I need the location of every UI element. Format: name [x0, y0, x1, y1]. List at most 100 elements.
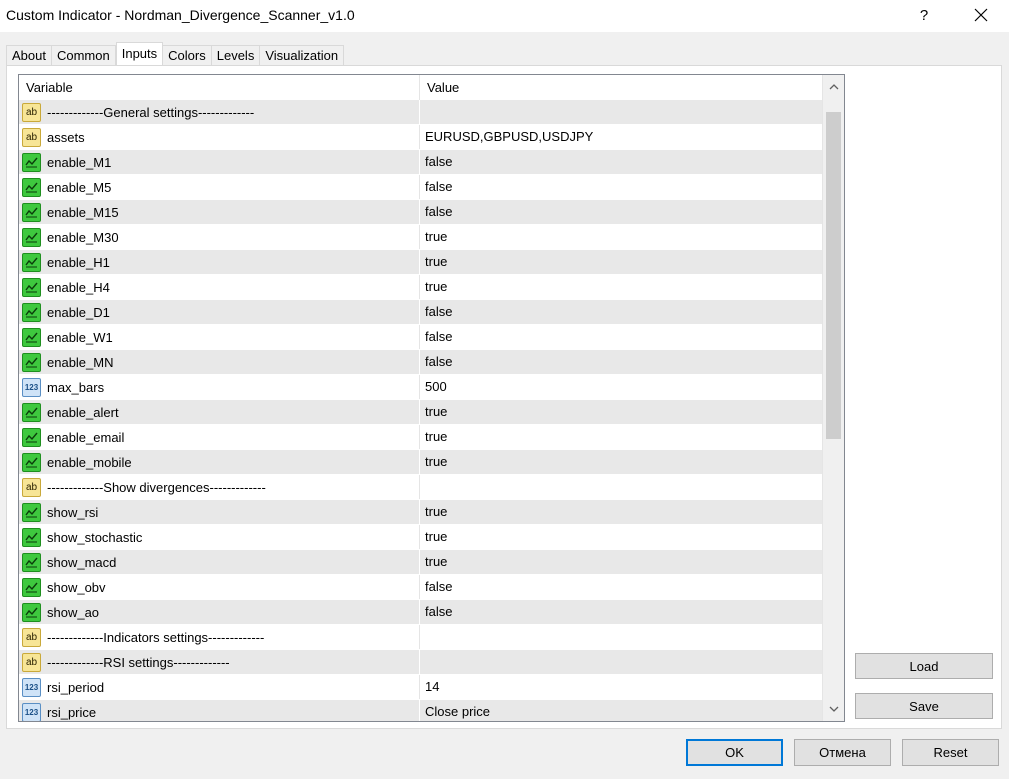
column-header-variable[interactable]: Variable: [19, 75, 420, 100]
table-row[interactable]: show_stochastic true: [19, 525, 822, 550]
value-cell[interactable]: 500: [420, 375, 821, 399]
variable-cell[interactable]: 123 rsi_period: [19, 675, 420, 699]
help-button[interactable]: ?: [906, 0, 942, 30]
close-button[interactable]: [958, 0, 1004, 30]
variable-cell[interactable]: enable_M30: [19, 225, 420, 249]
table-row[interactable]: enable_M15 false: [19, 200, 822, 225]
checkmark-graph-icon: [25, 407, 38, 417]
table-row[interactable]: enable_W1 false: [19, 325, 822, 350]
variable-name: enable_H1: [47, 254, 110, 270]
variable-cell[interactable]: enable_M15: [19, 200, 420, 224]
variable-cell[interactable]: enable_W1: [19, 325, 420, 349]
variable-cell[interactable]: enable_H4: [19, 275, 420, 299]
value-cell[interactable]: true: [420, 525, 821, 549]
tab-inputs[interactable]: Inputs: [115, 42, 164, 65]
variable-cell[interactable]: show_macd: [19, 550, 420, 574]
tab-common[interactable]: Common: [51, 45, 116, 65]
scroll-thumb[interactable]: [826, 112, 841, 439]
variable-cell[interactable]: show_stochastic: [19, 525, 420, 549]
value-cell[interactable]: true: [420, 425, 821, 449]
table-row[interactable]: enable_M30 true: [19, 225, 822, 250]
value-cell[interactable]: true: [420, 450, 821, 474]
table-row[interactable]: enable_alert true: [19, 400, 822, 425]
value-cell[interactable]: false: [420, 350, 821, 374]
tab-colors[interactable]: Colors: [163, 45, 212, 65]
table-row[interactable]: enable_H4 true: [19, 275, 822, 300]
variable-cell[interactable]: enable_mobile: [19, 450, 420, 474]
reset-button[interactable]: Reset: [902, 739, 999, 766]
value-cell[interactable]: false: [420, 150, 821, 174]
variable-cell[interactable]: 123 rsi_price: [19, 700, 420, 721]
scroll-up-button[interactable]: [823, 76, 844, 98]
value-cell[interactable]: true: [420, 275, 821, 299]
value-cell[interactable]: EURUSD,GBPUSD,USDJPY: [420, 125, 821, 149]
column-header-value[interactable]: Value: [420, 75, 821, 100]
variable-cell[interactable]: show_rsi: [19, 500, 420, 524]
variable-cell[interactable]: enable_D1: [19, 300, 420, 324]
variable-cell[interactable]: 123 max_bars: [19, 375, 420, 399]
value-cell[interactable]: false: [420, 325, 821, 349]
value-cell[interactable]: true: [420, 250, 821, 274]
table-row[interactable]: 123 max_bars 500: [19, 375, 822, 400]
table-row[interactable]: enable_M1 false: [19, 150, 822, 175]
variable-cell[interactable]: ab -------------Show divergences---------…: [19, 475, 420, 499]
variable-cell[interactable]: ab -------------RSI settings-------------: [19, 650, 420, 674]
variable-cell[interactable]: enable_MN: [19, 350, 420, 374]
variable-cell[interactable]: ab -------------Indicators settings------…: [19, 625, 420, 649]
value-cell[interactable]: true: [420, 400, 821, 424]
value-cell[interactable]: [420, 650, 821, 674]
load-button[interactable]: Load: [855, 653, 993, 679]
variable-cell[interactable]: ab -------------General settings---------…: [19, 100, 420, 124]
table-row[interactable]: enable_MN false: [19, 350, 822, 375]
table-row[interactable]: ab -------------RSI settings-------------: [19, 650, 822, 675]
cancel-button[interactable]: Отмена: [794, 739, 891, 766]
ok-button[interactable]: OK: [686, 739, 783, 766]
table-row[interactable]: enable_M5 false: [19, 175, 822, 200]
variable-cell[interactable]: enable_M5: [19, 175, 420, 199]
table-row[interactable]: enable_D1 false: [19, 300, 822, 325]
checkmark-graph-icon: [25, 232, 38, 242]
table-row[interactable]: 123 rsi_price Close price: [19, 700, 822, 721]
value-cell[interactable]: false: [420, 300, 821, 324]
value-cell[interactable]: [420, 100, 821, 124]
inputs-panel: Variable Value ab -------------General se…: [6, 65, 1002, 729]
table-row[interactable]: enable_mobile true: [19, 450, 822, 475]
variable-cell[interactable]: enable_email: [19, 425, 420, 449]
table-row[interactable]: show_rsi true: [19, 500, 822, 525]
vertical-scrollbar[interactable]: [822, 75, 844, 721]
variable-cell[interactable]: show_obv: [19, 575, 420, 599]
variable-name: enable_M30: [47, 229, 119, 245]
scroll-down-button[interactable]: [823, 698, 844, 720]
table-row[interactable]: show_macd true: [19, 550, 822, 575]
variable-cell[interactable]: show_ao: [19, 600, 420, 624]
variable-cell[interactable]: enable_alert: [19, 400, 420, 424]
variable-cell[interactable]: enable_M1: [19, 150, 420, 174]
table-row[interactable]: show_ao false: [19, 600, 822, 625]
table-row[interactable]: show_obv false: [19, 575, 822, 600]
variable-cell[interactable]: ab assets: [19, 125, 420, 149]
value-cell[interactable]: [420, 625, 821, 649]
value-cell[interactable]: Close price: [420, 700, 821, 721]
value-cell[interactable]: false: [420, 175, 821, 199]
value-cell[interactable]: false: [420, 575, 821, 599]
table-row[interactable]: 123 rsi_period 14: [19, 675, 822, 700]
value-cell[interactable]: [420, 475, 821, 499]
save-button[interactable]: Save: [855, 693, 993, 719]
value-cell[interactable]: 14: [420, 675, 821, 699]
value-cell[interactable]: true: [420, 225, 821, 249]
value-cell[interactable]: false: [420, 200, 821, 224]
table-row[interactable]: ab -------------General settings---------…: [19, 100, 822, 125]
variable-cell[interactable]: enable_H1: [19, 250, 420, 274]
table-row[interactable]: enable_email true: [19, 425, 822, 450]
tab-about[interactable]: About: [6, 45, 52, 65]
table-row[interactable]: ab assets EURUSD,GBPUSD,USDJPY: [19, 125, 822, 150]
checkmark-graph-icon: [25, 607, 38, 617]
value-cell[interactable]: true: [420, 500, 821, 524]
table-row[interactable]: ab -------------Show divergences---------…: [19, 475, 822, 500]
table-row[interactable]: enable_H1 true: [19, 250, 822, 275]
tab-visualization[interactable]: Visualization: [260, 45, 345, 65]
table-row[interactable]: ab -------------Indicators settings------…: [19, 625, 822, 650]
value-cell[interactable]: true: [420, 550, 821, 574]
value-cell[interactable]: false: [420, 600, 821, 624]
tab-levels[interactable]: Levels: [211, 45, 261, 65]
